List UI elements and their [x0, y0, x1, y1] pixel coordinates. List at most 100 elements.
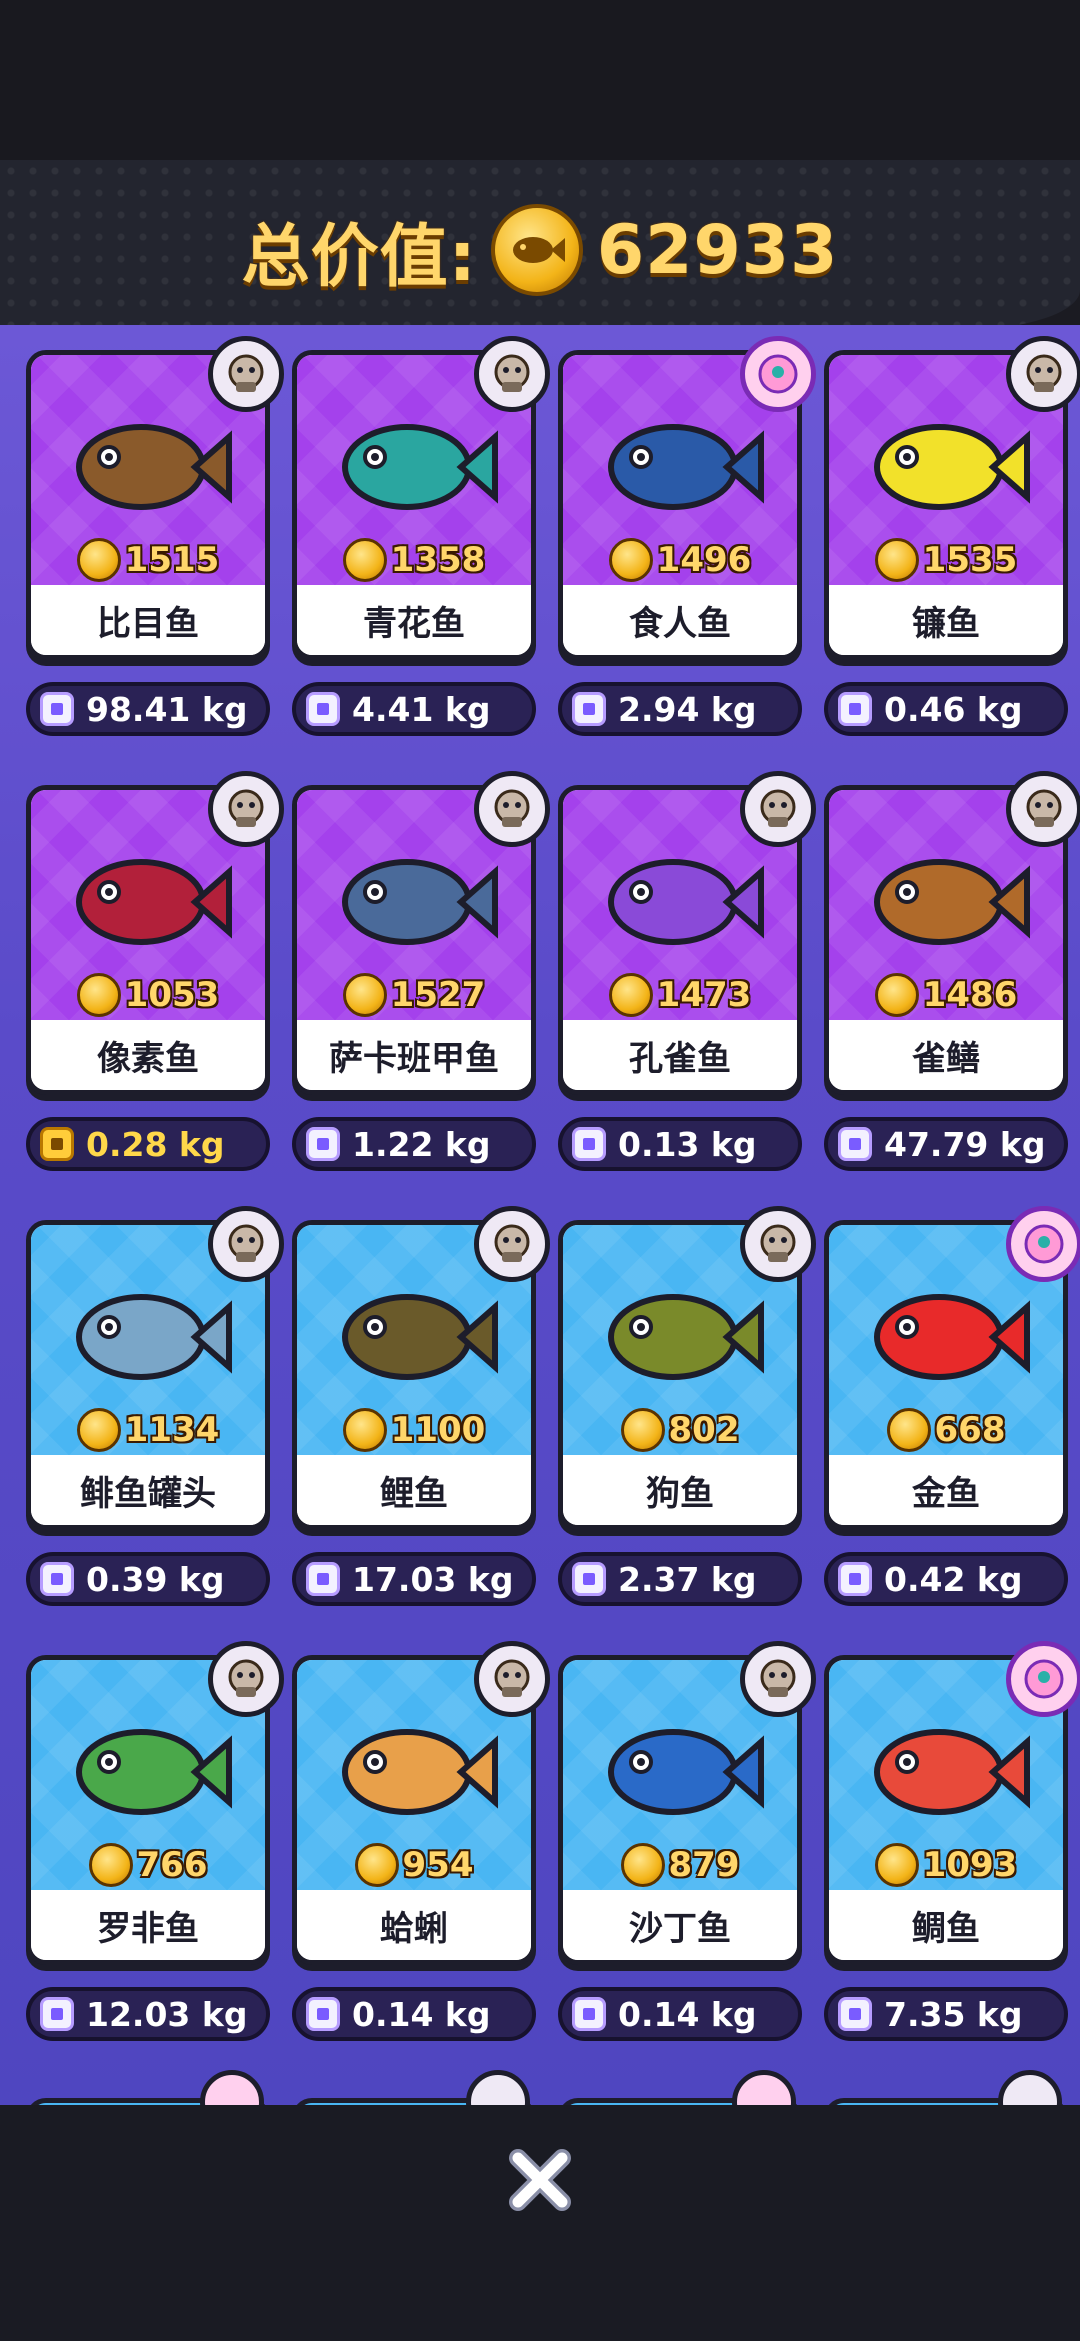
- fish-price: 766: [31, 1840, 265, 1890]
- weight-icon: [306, 1562, 340, 1596]
- fish-weight: 98.41 kg: [26, 682, 270, 736]
- fish-price-value: 1134: [124, 1410, 220, 1450]
- total-value-amount: 62933: [596, 210, 839, 290]
- fish-cell: 802 狗鱼 2.37 kg: [558, 1206, 816, 1630]
- fish-price: 1496: [563, 535, 797, 585]
- fish-price: 1486: [829, 970, 1063, 1020]
- fish-weight: 17.03 kg: [292, 1552, 536, 1606]
- fish-name: 鲱鱼罐头: [31, 1455, 265, 1525]
- fish-name: 萨卡班甲鱼: [297, 1020, 531, 1090]
- weight-icon: [572, 692, 606, 726]
- weight-icon: [572, 1997, 606, 2031]
- fish-price-value: 802: [668, 1410, 740, 1450]
- fish-price-value: 1527: [390, 975, 486, 1015]
- partial-badge: [200, 2070, 264, 2105]
- pike-icon: [608, 1294, 764, 1380]
- fish-weight: 0.42 kg: [824, 1552, 1068, 1606]
- fish-weight: 0.46 kg: [824, 682, 1068, 736]
- coin-icon: [76, 1408, 121, 1452]
- fish-price: 1535: [829, 535, 1063, 585]
- coin-icon: [354, 1843, 399, 1887]
- coin-icon: [874, 538, 919, 582]
- flounder-icon: [76, 424, 232, 510]
- fish-cell: 1100 鲤鱼 17.03 kg: [292, 1206, 550, 1630]
- weight-icon: [40, 1127, 74, 1161]
- fish-price: 1134: [31, 1405, 265, 1455]
- herring-can-icon: [76, 1294, 232, 1380]
- fish-name: 食人鱼: [563, 585, 797, 655]
- fish-cell: 1473 孔雀鱼 0.13 kg: [558, 771, 816, 1195]
- weight-icon: [572, 1127, 606, 1161]
- weight-icon: [40, 1997, 74, 2031]
- fish-weight-value: 0.14 kg: [352, 1994, 491, 2034]
- coin-icon: [608, 538, 653, 582]
- monkey-badge-icon: [740, 771, 816, 847]
- monkey-badge-icon: [208, 1206, 284, 1282]
- fish-weight: 0.14 kg: [558, 1987, 802, 2041]
- close-icon: [509, 2149, 571, 2211]
- fish-weight-value: 0.46 kg: [884, 689, 1023, 729]
- fish-name: 雀鳝: [829, 1020, 1063, 1090]
- fish-price-value: 1535: [922, 540, 1018, 580]
- close-button[interactable]: [500, 2140, 580, 2220]
- fish-cell: 1134 鲱鱼罐头 0.39 kg: [26, 1206, 284, 1630]
- fish-price-value: 1473: [656, 975, 752, 1015]
- snapper-icon: [874, 1729, 1030, 1815]
- monkey-badge-icon: [1006, 336, 1080, 412]
- weight-icon: [306, 692, 340, 726]
- weight-icon: [40, 1562, 74, 1596]
- fish-price: 879: [563, 1840, 797, 1890]
- moorish-idol-icon: [874, 424, 1030, 510]
- fish-price-value: 1093: [922, 1845, 1018, 1885]
- fish-weight-value: 98.41 kg: [86, 689, 248, 729]
- coin-icon: [76, 973, 121, 1017]
- coin-icon: [874, 1843, 919, 1887]
- piranha-icon: [608, 424, 764, 510]
- partial-badge: [732, 2070, 796, 2105]
- fish-price: 954: [297, 1840, 531, 1890]
- coin-icon: [76, 538, 121, 582]
- guppy-icon: [608, 859, 764, 945]
- coin-icon: [874, 973, 919, 1017]
- monkey-badge-icon: [1006, 771, 1080, 847]
- special-badge-icon: [1006, 1206, 1080, 1282]
- coin-icon: [342, 973, 387, 1017]
- tilapia-icon: [76, 1729, 232, 1815]
- total-value-label: 总价值:: [241, 217, 477, 297]
- coin-icon: [620, 1408, 665, 1452]
- fish-price: 1093: [829, 1840, 1063, 1890]
- fish-weight-value: 4.41 kg: [352, 689, 491, 729]
- fish-price-value: 1100: [390, 1410, 486, 1450]
- fish-price: 802: [563, 1405, 797, 1455]
- weight-icon: [838, 1997, 872, 2031]
- fish-cell: 668 金鱼 0.42 kg: [824, 1206, 1080, 1630]
- carp-icon: [342, 1294, 498, 1380]
- fish-weight-value: 0.13 kg: [618, 1124, 757, 1164]
- fish-price-value: 1358: [390, 540, 486, 580]
- fish-cell: 954 蛤蜊 0.14 kg: [292, 1641, 550, 2065]
- fish-price-value: 1053: [124, 975, 220, 1015]
- fish-price: 668: [829, 1405, 1063, 1455]
- weight-icon: [306, 1127, 340, 1161]
- coin-icon: [88, 1843, 133, 1887]
- fish-weight: 47.79 kg: [824, 1117, 1068, 1171]
- weight-icon: [572, 1562, 606, 1596]
- weight-icon: [40, 692, 74, 726]
- fish-name: 青花鱼: [297, 585, 531, 655]
- fish-weight: 1.22 kg: [292, 1117, 536, 1171]
- special-badge-icon: [1006, 1641, 1080, 1717]
- fish-price: 1358: [297, 535, 531, 585]
- fish-name: 像素鱼: [31, 1020, 265, 1090]
- partial-badge: [466, 2070, 530, 2105]
- monkey-badge-icon: [208, 1641, 284, 1717]
- fish-name: 鲤鱼: [297, 1455, 531, 1525]
- fish-name: 沙丁鱼: [563, 1890, 797, 1960]
- monkey-badge-icon: [474, 336, 550, 412]
- fish-name: 鲷鱼: [829, 1890, 1063, 1960]
- coin-icon: [342, 1408, 387, 1452]
- weight-icon: [838, 1127, 872, 1161]
- fish-name: 孔雀鱼: [563, 1020, 797, 1090]
- fish-weight: 4.41 kg: [292, 682, 536, 736]
- monkey-badge-icon: [208, 771, 284, 847]
- monkey-badge-icon: [740, 1641, 816, 1717]
